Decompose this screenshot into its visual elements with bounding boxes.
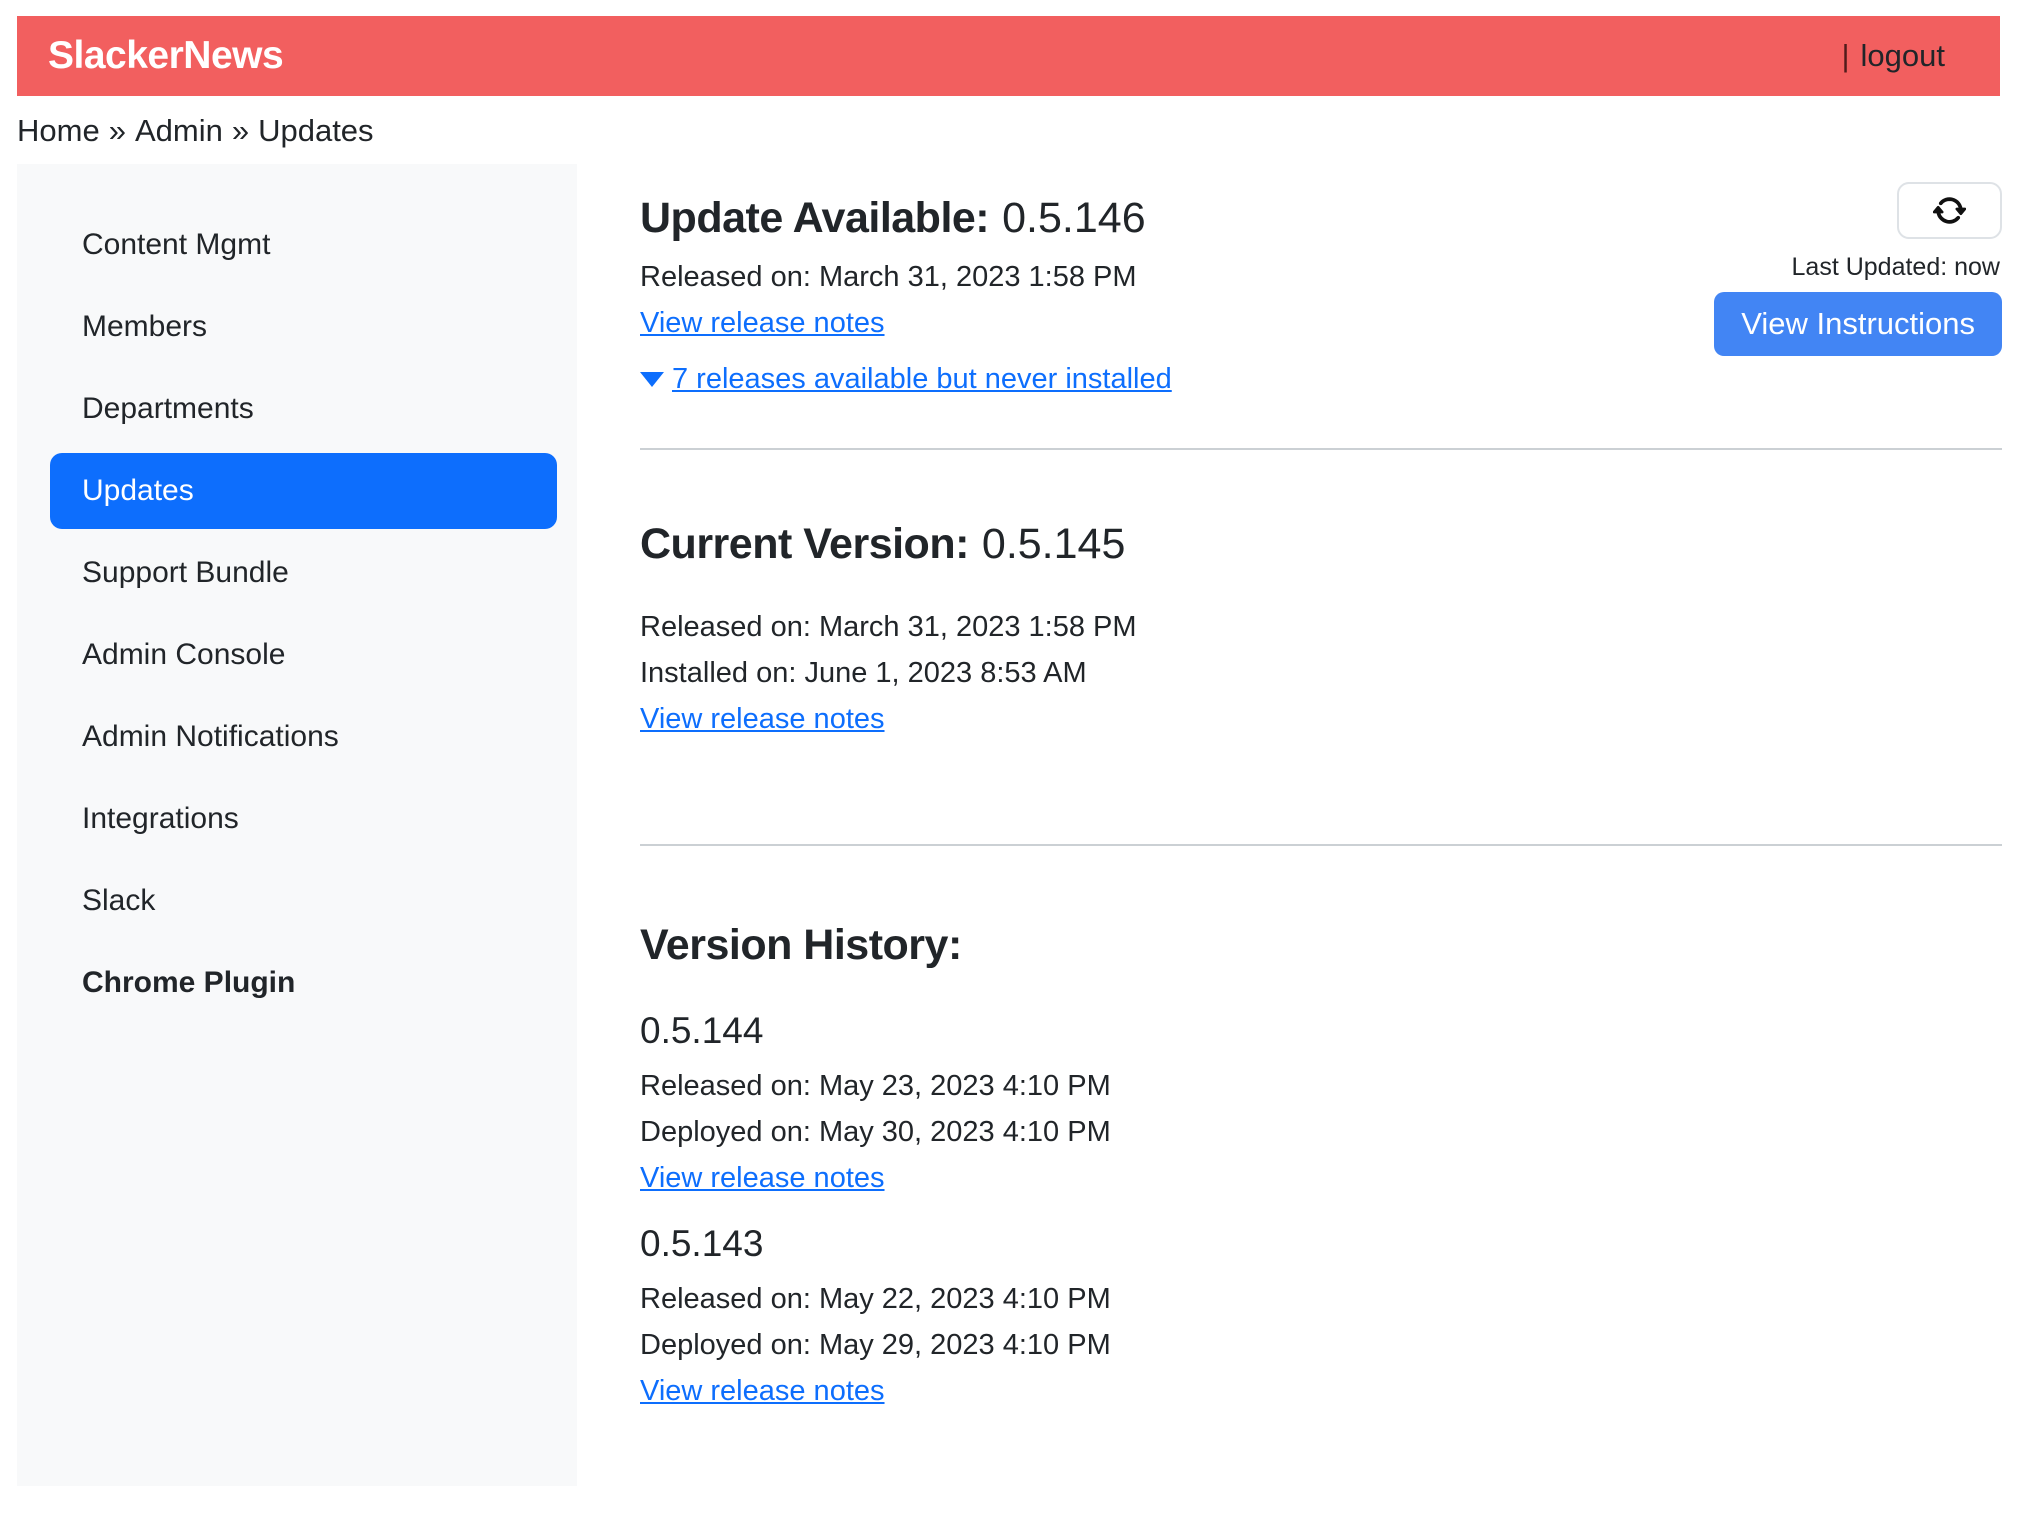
breadcrumb-separator: » [232, 113, 249, 148]
page: SlackerNews | logout Home»Admin»Updates … [0, 16, 2028, 1486]
never-installed-row: 7 releases available but never installed [640, 363, 2002, 396]
view-release-notes-link[interactable]: View release notes [640, 1375, 885, 1407]
view-release-notes-link[interactable]: View release notes [640, 1162, 885, 1194]
refresh-icon [1933, 194, 1966, 227]
sidebar-item-members[interactable]: Members [17, 286, 577, 368]
current-installed-on-text: Installed on: June 1, 2023 8:53 AM [640, 657, 2002, 690]
sidebar-item-slack[interactable]: Slack [17, 860, 577, 942]
layout: Content Mgmt Members Departments Updates… [17, 164, 2002, 1486]
current-version-heading: Current Version: 0.5.145 [640, 520, 2002, 569]
logout-separator: | [1841, 38, 1849, 74]
brand-title: SlackerNews [48, 34, 283, 78]
breadcrumb-current: Updates [258, 113, 373, 148]
view-release-notes-link[interactable]: View release notes [640, 703, 885, 735]
release-notes-row: View release notes [640, 703, 2002, 736]
current-version-title: Current Version: [640, 520, 969, 568]
version-history-entry: 0.5.144 Released on: May 23, 2023 4:10 P… [640, 1010, 2002, 1195]
sidebar-item-support-bundle[interactable]: Support Bundle [17, 532, 577, 614]
current-released-on-text: Released on: March 31, 2023 1:58 PM [640, 611, 2002, 644]
history-deployed-on-text: Deployed on: May 29, 2023 4:10 PM [640, 1329, 2002, 1362]
release-notes-row: View release notes [640, 1375, 2002, 1408]
sidebar-item-admin-console[interactable]: Admin Console [17, 614, 577, 696]
history-released-on-text: Released on: May 23, 2023 4:10 PM [640, 1070, 2002, 1103]
sidebar-item-admin-notifications[interactable]: Admin Notifications [17, 696, 577, 778]
view-release-notes-link[interactable]: View release notes [640, 307, 885, 339]
refresh-button[interactable] [1897, 182, 2002, 239]
update-available-version: 0.5.146 [1002, 194, 1145, 242]
history-deployed-on-text: Deployed on: May 30, 2023 4:10 PM [640, 1116, 2002, 1149]
sidebar-item-content-mgmt[interactable]: Content Mgmt [17, 204, 577, 286]
sidebar-item-updates[interactable]: Updates [50, 453, 557, 529]
version-history-section: Version History: 0.5.144 Released on: Ma… [640, 846, 2002, 1408]
breadcrumb-home[interactable]: Home [17, 113, 100, 148]
logout-area: | logout [1841, 38, 1945, 74]
history-version-number: 0.5.144 [640, 1010, 2002, 1052]
caret-down-icon [640, 372, 664, 387]
breadcrumb-admin[interactable]: Admin [135, 113, 223, 148]
main-content: Last Updated: now View Instructions Upda… [577, 164, 2002, 1486]
breadcrumb: Home » Admin » Updates [17, 113, 2028, 149]
top-bar: SlackerNews | logout [17, 16, 2000, 96]
history-version-number: 0.5.143 [640, 1223, 2002, 1265]
view-instructions-button[interactable]: View Instructions [1714, 292, 2002, 356]
sidebar-item-integrations[interactable]: Integrations [17, 778, 577, 860]
release-notes-row: View release notes [640, 1162, 2002, 1195]
update-controls: Last Updated: now View Instructions [1714, 182, 2002, 356]
sidebar-item-chrome-plugin[interactable]: Chrome Plugin [17, 942, 577, 1024]
sidebar: Content Mgmt Members Departments Updates… [17, 164, 577, 1486]
breadcrumb-separator: » [109, 113, 126, 148]
version-history-entry: 0.5.143 Released on: May 22, 2023 4:10 P… [640, 1223, 2002, 1408]
current-version-number: 0.5.145 [982, 520, 1125, 568]
last-updated-text: Last Updated: now [1792, 253, 2000, 282]
version-history-heading: Version History: [640, 921, 2002, 970]
current-version-section: Current Version: 0.5.145 Released on: Mar… [640, 450, 2002, 736]
update-available-title: Update Available: [640, 194, 989, 242]
sidebar-item-departments[interactable]: Departments [17, 368, 577, 450]
logout-link[interactable]: logout [1861, 38, 1945, 74]
never-installed-link[interactable]: 7 releases available but never installed [672, 363, 1172, 396]
history-released-on-text: Released on: May 22, 2023 4:10 PM [640, 1283, 2002, 1316]
